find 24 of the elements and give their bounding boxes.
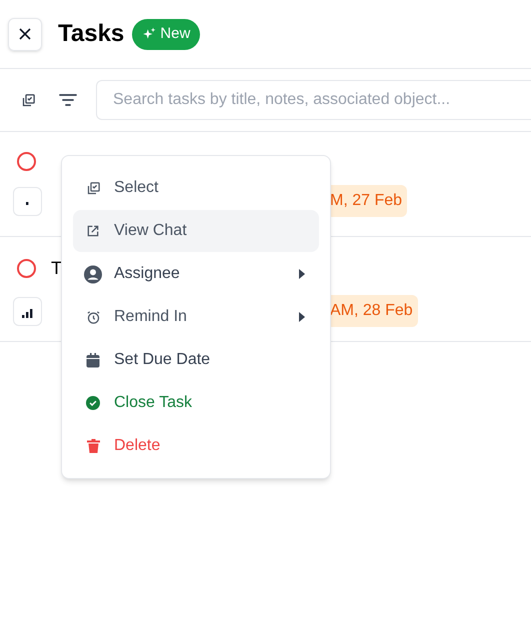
check-circle-icon	[86, 396, 100, 410]
menu-item[interactable]: Set Due Date	[73, 339, 319, 381]
menu-item[interactable]: Close Task	[73, 382, 319, 424]
menu-item[interactable]: View Chat	[73, 210, 319, 252]
priority-bars-icon	[22, 308, 33, 318]
menu-item[interactable]: Delete	[73, 425, 319, 467]
user-avatar-icon	[84, 264, 102, 284]
calendar-icon	[86, 352, 100, 368]
select-icon	[86, 180, 100, 196]
priority-button[interactable]	[13, 296, 42, 326]
page-title: Tasks	[58, 19, 124, 49]
close-button[interactable]	[8, 18, 42, 50]
filter-button[interactable]	[59, 91, 77, 109]
task-title: T	[51, 257, 62, 280]
menu-item[interactable]: Remind In	[73, 296, 319, 338]
trash-icon	[86, 439, 100, 453]
sparkles-icon	[142, 27, 156, 41]
priority-bars-icon	[26, 202, 29, 204]
alarm-clock-icon	[86, 310, 100, 324]
external-link-icon	[86, 224, 100, 238]
menu-item[interactable]: Select	[73, 167, 319, 209]
menu-item[interactable]: Assignee	[73, 253, 319, 295]
search-field[interactable]: Search tasks by title, notes, associated object...	[96, 80, 531, 120]
close-icon	[19, 28, 31, 40]
